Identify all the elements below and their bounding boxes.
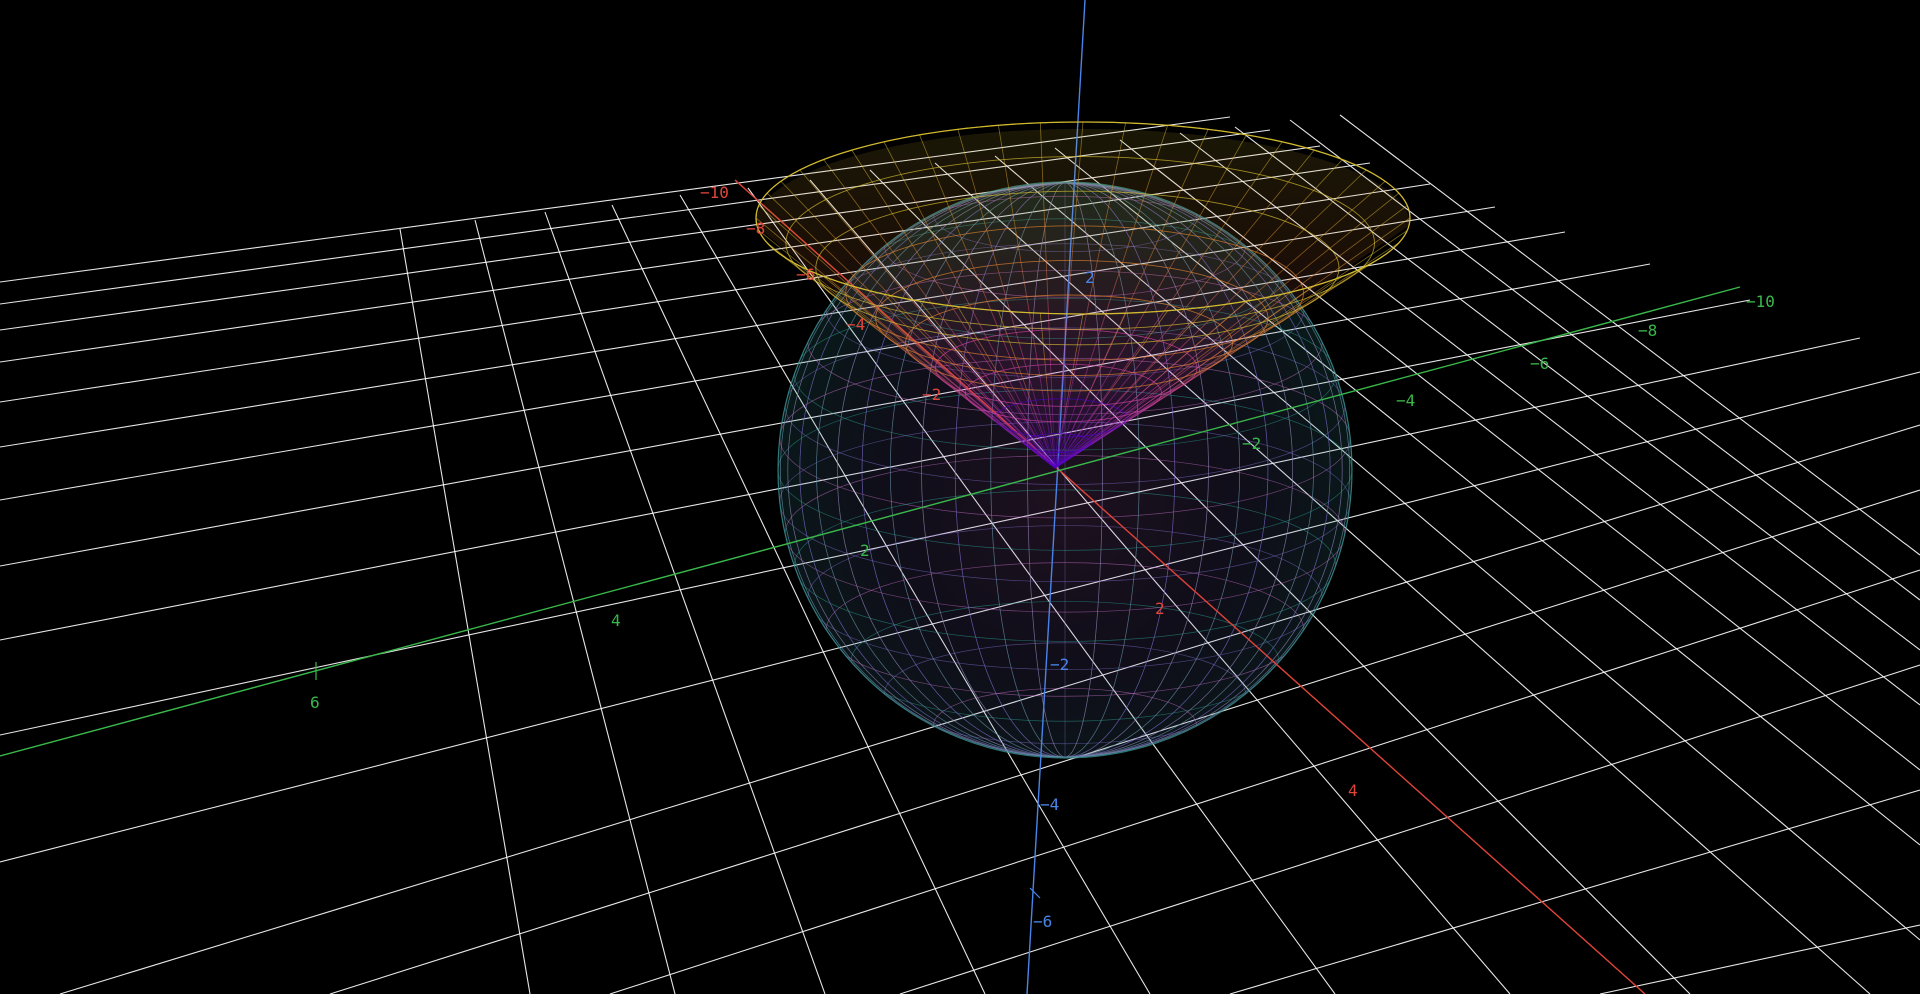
x-tick-label: −8 <box>746 219 765 238</box>
z-tick-label: 2 <box>1085 268 1095 287</box>
grid-line <box>399 228 531 994</box>
y-tick-label: −10 <box>1746 292 1775 311</box>
x-tick-label: −6 <box>796 265 815 284</box>
x-tick-label: −4 <box>846 315 865 334</box>
grid-line <box>1229 789 1920 994</box>
y-tick-label: −2 <box>1242 434 1261 453</box>
x-tick-label: −10 <box>700 183 729 202</box>
x-tick-label: −2 <box>922 385 941 404</box>
z-tick-label: −4 <box>1040 795 1059 814</box>
y-tick-label: 2 <box>860 541 870 560</box>
grid-line <box>1339 114 1920 556</box>
x-tick-label: 2 <box>1155 599 1165 618</box>
x-tick-label: 4 <box>1348 781 1358 800</box>
y-tick-label: 6 <box>310 693 320 712</box>
y-tick-label: −4 <box>1396 391 1415 410</box>
y-tick-label: −8 <box>1638 321 1657 340</box>
grid-line <box>474 219 676 994</box>
grid-line <box>1599 924 1920 994</box>
grid-line <box>544 211 826 994</box>
z-tick-label: −2 <box>1050 655 1069 674</box>
y-tick-label: 4 <box>611 611 621 630</box>
z-axis-tick <box>1029 887 1041 899</box>
y-tick-label: −6 <box>1530 354 1549 373</box>
z-tick-label: −6 <box>1033 912 1052 931</box>
3d-viewport[interactable]: −10 −8 −6 −4 −2 2 4 −10 −8 −6 −4 −2 2 4 … <box>0 0 1920 994</box>
